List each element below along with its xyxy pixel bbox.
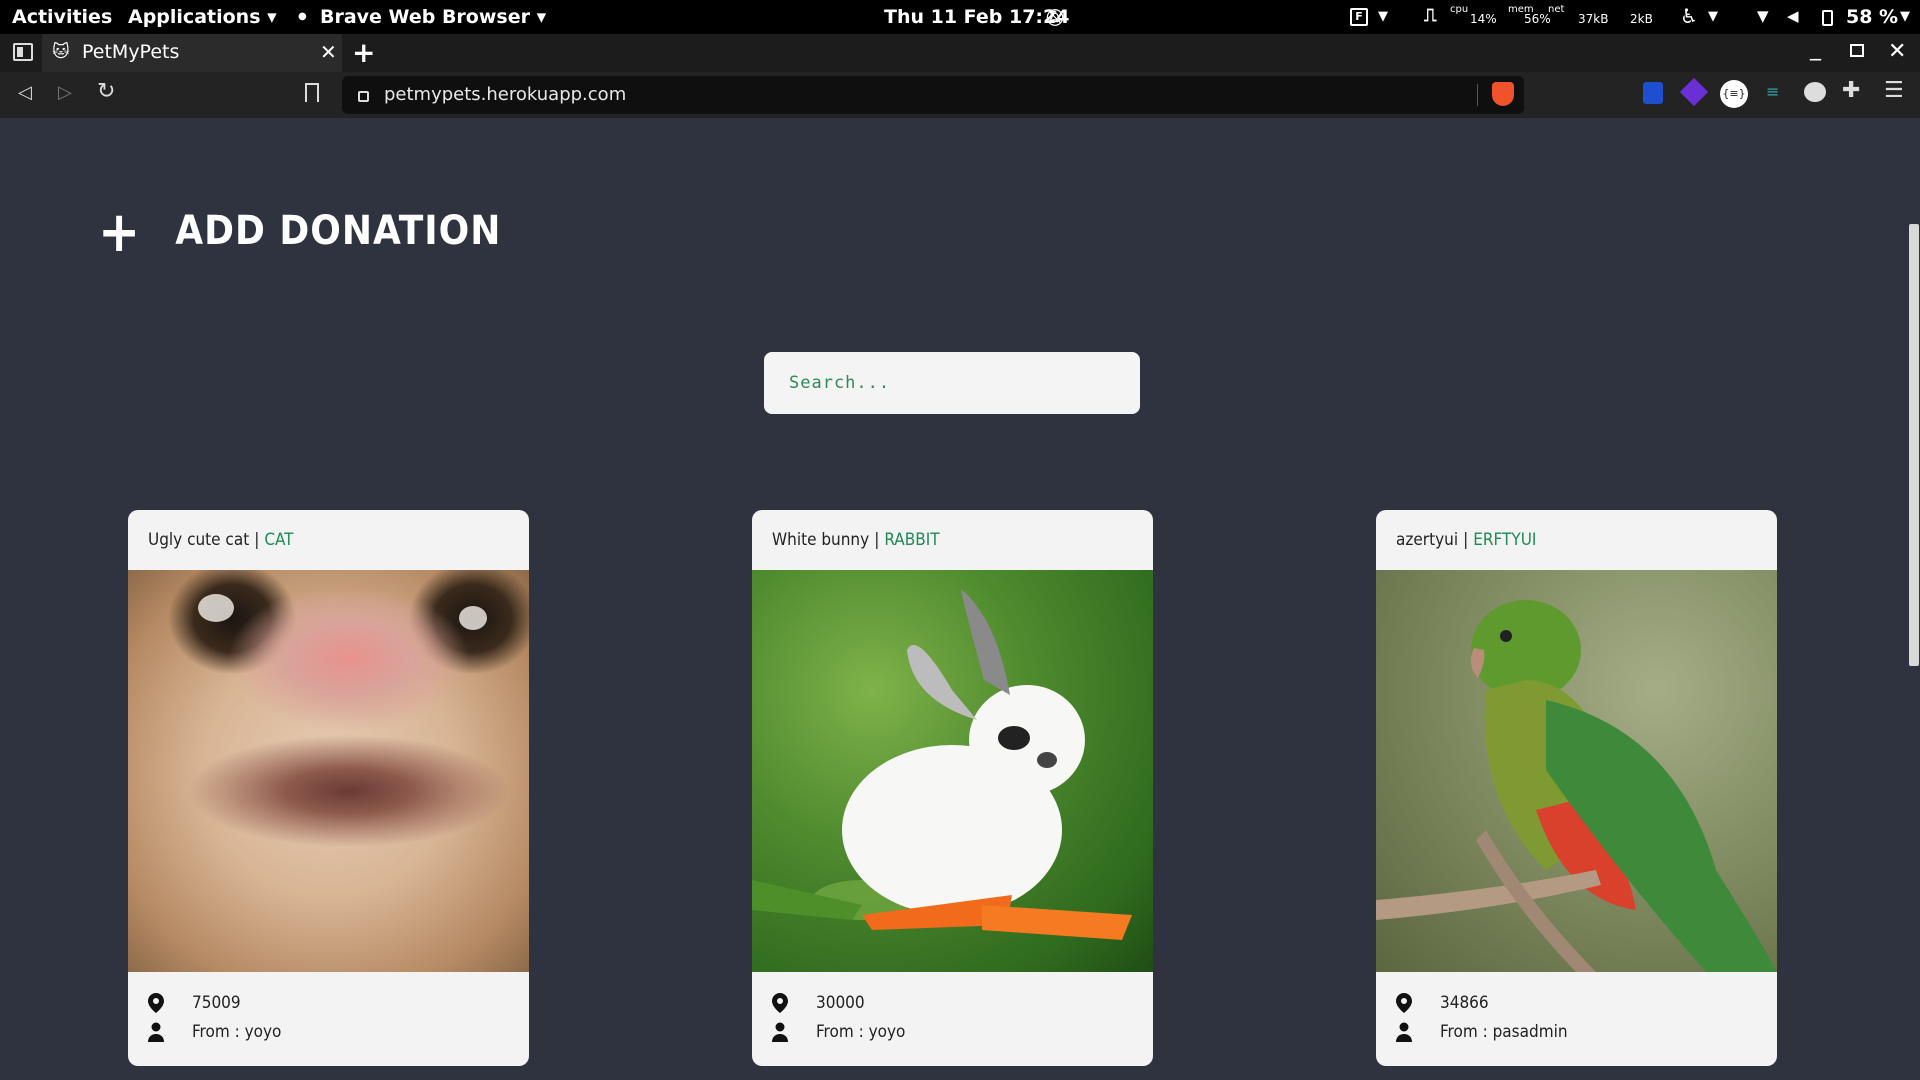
parrot-drawing <box>1376 600 1777 972</box>
owner-row: From : yoyo <box>148 1017 529 1046</box>
vertical-scrollbar[interactable] <box>1906 118 1920 1080</box>
pet-name: azertyui <box>1396 530 1459 550</box>
cat-favicon-icon: 🐱 <box>52 42 70 62</box>
tab-title: PetMyPets <box>82 41 180 63</box>
location-row: 75009 <box>148 988 529 1017</box>
brave-shields-icon[interactable] <box>1492 82 1514 106</box>
rabbit-drawing <box>752 589 1132 940</box>
close-tab-icon[interactable]: ✕ <box>320 40 337 64</box>
extensions-puzzle-icon[interactable]: ✚ <box>1842 78 1860 103</box>
net-label: net <box>1548 4 1565 15</box>
activities-button[interactable]: Activities <box>12 6 112 28</box>
owner-value: From : yoyo <box>816 1021 906 1042</box>
minimize-icon[interactable]: _ <box>1810 36 1821 61</box>
pet-card[interactable]: azertyui | ERFTYUI 34866 From : pasadmin <box>1376 510 1777 1066</box>
mem-value: 56% <box>1524 12 1551 26</box>
owner-row: From : pasadmin <box>1396 1017 1777 1046</box>
chevron-down-icon[interactable]: ▼ <box>1378 9 1388 24</box>
card-header: azertyui | ERFTYUI <box>1376 510 1777 570</box>
divider <box>1477 84 1478 106</box>
user-icon <box>772 1022 788 1042</box>
location-row: 30000 <box>772 988 1153 1017</box>
notifications-muted-icon: 🔕︎ <box>1045 8 1066 27</box>
add-donation-label: ADD DONATION <box>175 208 502 254</box>
pet-type: RABBIT <box>884 530 940 550</box>
extension-purple-icon[interactable] <box>1679 77 1709 107</box>
keyboard-layout-icon[interactable]: F <box>1350 8 1368 26</box>
tab-bar: 🐱 PetMyPets ✕ + _ ✕ <box>0 34 1920 72</box>
cpu-label: cpu <box>1450 4 1469 15</box>
battery-percent: 58 % <box>1846 6 1899 28</box>
separator: | <box>254 530 260 550</box>
owner-value: From : yoyo <box>192 1021 282 1042</box>
reload-icon[interactable]: ↻ <box>97 79 115 104</box>
owner-value: From : pasadmin <box>1440 1021 1568 1042</box>
new-tab-plus-icon[interactable]: + <box>352 36 375 69</box>
system-monitor-icon[interactable]: ⎍ <box>1424 5 1437 26</box>
net-down-value: 37kB <box>1578 12 1609 26</box>
plus-icon: + <box>98 200 142 265</box>
location-pin-icon <box>1396 992 1412 1013</box>
chevron-down-icon[interactable]: ▼ <box>1708 9 1718 24</box>
restore-icon[interactable] <box>1850 44 1864 57</box>
sidebar-toggle-icon[interactable] <box>13 43 33 61</box>
cat-face-drawing <box>198 594 487 630</box>
owner-row: From : yoyo <box>772 1017 1153 1046</box>
brave-small-icon: ● <box>298 11 307 22</box>
accessibility-icon[interactable]: ♿︎ <box>1680 4 1698 28</box>
url-text[interactable]: petmypets.herokuapp.com <box>384 84 626 105</box>
location-pin-icon <box>772 992 788 1013</box>
location-value: 30000 <box>816 992 865 1013</box>
separator: | <box>874 530 880 550</box>
extension-list-icon[interactable]: ≡ <box>1766 82 1779 101</box>
pet-card[interactable]: White bunny | RABBIT 30000 From: yoyo <box>752 510 1153 1066</box>
location-value: 75009 <box>192 992 241 1013</box>
card-info: 34866 From : pasadmin <box>1376 972 1777 1046</box>
volume-icon[interactable]: ◀︎ <box>1787 7 1799 25</box>
extension-bitwarden-icon[interactable] <box>1643 82 1663 104</box>
location-value: 34866 <box>1440 992 1489 1013</box>
pet-type: CAT <box>264 530 294 550</box>
user-icon <box>1396 1022 1412 1042</box>
user-icon <box>148 1022 164 1042</box>
tab-petmypets[interactable]: 🐱 PetMyPets ✕ <box>42 34 342 72</box>
battery-icon[interactable] <box>1822 10 1833 26</box>
bookmark-icon[interactable] <box>305 83 319 102</box>
parrot-photo <box>1376 570 1777 972</box>
address-bar[interactable]: petmypets.herokuapp.com <box>342 76 1524 114</box>
pet-type: ERFTYUI <box>1473 530 1537 550</box>
forward-icon[interactable]: ▷ <box>58 82 72 103</box>
cat-photo <box>128 570 529 972</box>
pet-name: Ugly cute cat <box>148 530 250 550</box>
lock-icon[interactable] <box>358 91 369 102</box>
back-icon[interactable]: ◁ <box>18 82 32 103</box>
pet-name: White bunny <box>772 530 870 550</box>
wifi-icon[interactable]: ▼ <box>1757 7 1769 25</box>
system-top-bar: Activities Applications ▾ ● Brave Web Br… <box>0 0 1920 34</box>
applications-menu[interactable]: Applications ▾ <box>128 6 277 28</box>
separator: | <box>1463 530 1469 550</box>
add-donation-button[interactable]: + ADD DONATION <box>98 200 502 265</box>
close-window-icon[interactable]: ✕ <box>1888 39 1906 64</box>
card-info: 30000 From : yoyo <box>752 972 1153 1046</box>
extension-json-icon[interactable]: {≡} <box>1720 80 1748 108</box>
navigation-toolbar: ◁ ▷ ↻ petmypets.herokuapp.com {≡} ≡ ✚ ☰ <box>0 72 1920 118</box>
browser-app-menu[interactable]: Brave Web Browser ▾ <box>320 6 546 28</box>
menu-icon[interactable]: ☰ <box>1884 78 1904 103</box>
location-row: 34866 <box>1396 988 1777 1017</box>
extension-palette-icon[interactable] <box>1804 82 1826 102</box>
scrollbar-thumb[interactable] <box>1909 224 1919 666</box>
rabbit-photo <box>752 570 1153 972</box>
search-input[interactable] <box>764 352 1140 414</box>
card-header: White bunny | RABBIT <box>752 510 1153 570</box>
pet-card[interactable]: Ugly cute cat | CAT 75009 From : yoyo <box>128 510 529 1066</box>
chevron-down-icon[interactable]: ▼ <box>1900 9 1910 24</box>
page-content: +ADD DONATION Ugly cute cat|CAT 75009 Fr… <box>0 118 1906 1080</box>
location-pin-icon <box>148 992 164 1013</box>
card-info: 75009 From : yoyo <box>128 972 529 1046</box>
clock[interactable]: Thu 11 Feb 17:24 <box>884 6 1069 28</box>
cpu-value: 14% <box>1470 12 1497 26</box>
card-header: Ugly cute cat | CAT <box>128 510 529 570</box>
net-up-value: 2kB <box>1630 12 1653 26</box>
